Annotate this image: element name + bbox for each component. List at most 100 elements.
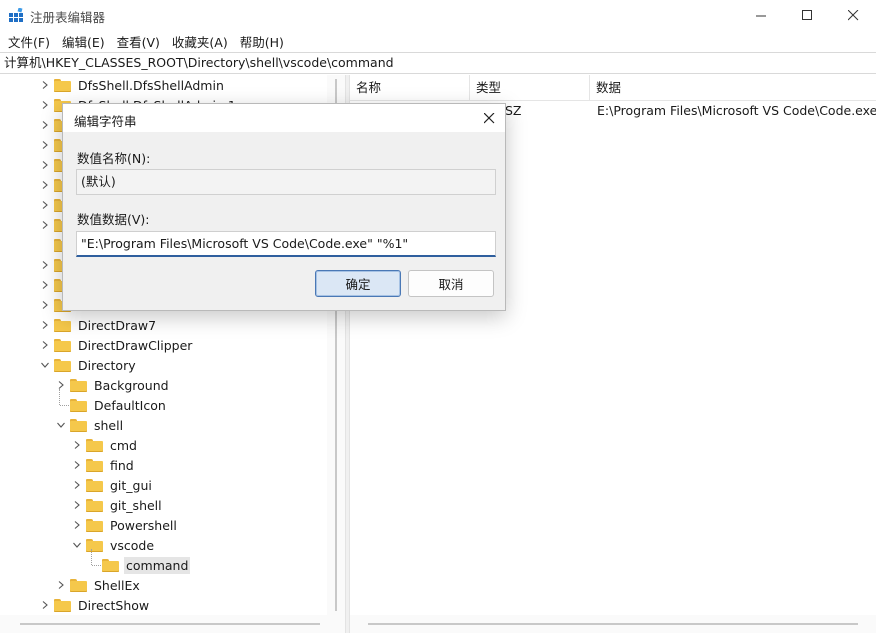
tree-item[interactable]: DirectDrawClipper [40, 335, 194, 355]
column-header-type[interactable]: 类型 [470, 75, 590, 101]
tree-item-label: Powershell [110, 517, 177, 533]
menu-view[interactable]: 查看(V) [112, 32, 165, 51]
folder-icon [102, 558, 119, 572]
tree-item[interactable]: find [72, 455, 136, 475]
maximize-icon [801, 9, 812, 20]
tree-item[interactable]: DirectShow [40, 595, 151, 615]
tree-item-label: shell [94, 417, 124, 433]
tree-item[interactable]: DfsShell.DfsShellAdmin [40, 75, 226, 95]
chevron-right-icon[interactable] [40, 175, 50, 195]
chevron-right-icon[interactable] [40, 295, 50, 315]
menu-help[interactable]: 帮助(H) [235, 32, 289, 51]
chevron-right-icon[interactable] [40, 75, 50, 95]
tree-horizontal-scrollbar[interactable] [0, 615, 345, 633]
chevron-right-icon[interactable] [72, 495, 82, 515]
value-name-field: (默认) [76, 169, 496, 195]
menu-favorites[interactable]: 收藏夹(A) [167, 32, 233, 51]
chevron-right-icon[interactable] [72, 515, 82, 535]
folder-icon [54, 358, 71, 372]
chevron-right-icon[interactable] [40, 115, 50, 135]
chevron-right-icon[interactable] [40, 195, 50, 215]
tree-item-label: DirectDraw7 [78, 317, 157, 333]
folder-icon [70, 578, 87, 592]
tree-item[interactable]: ShellEx [56, 575, 142, 595]
tree-item[interactable]: DefaultIcon [56, 395, 168, 415]
close-icon [847, 9, 858, 20]
tree-guide-line [60, 405, 69, 406]
menu-edit[interactable]: 编辑(E) [57, 32, 110, 51]
tree-item-label: DfsShell.DfsShellAdmin [78, 77, 224, 93]
tree-item-label: command [124, 556, 191, 574]
chevron-right-icon[interactable] [40, 595, 50, 615]
folder-icon [70, 378, 87, 392]
address-bar[interactable]: 计算机\HKEY_CLASSES_ROOT\Directory\shell\vs… [0, 52, 876, 74]
title-bar[interactable]: 注册表编辑器 [0, 0, 876, 30]
tree-item-label: DirectShow [78, 597, 150, 613]
column-header-data[interactable]: 数据 [590, 75, 876, 101]
column-header-name[interactable]: 名称 [350, 75, 470, 101]
minimize-button[interactable] [738, 0, 784, 30]
tree-item-label: ShellEx [94, 577, 140, 593]
chevron-right-icon[interactable] [72, 435, 82, 455]
chevron-right-icon[interactable] [40, 335, 50, 355]
chevron-down-icon[interactable] [72, 535, 82, 555]
close-button[interactable] [830, 0, 876, 30]
dialog-title-bar[interactable]: 编辑字符串 [63, 104, 505, 132]
dialog-title: 编辑字符串 [74, 114, 137, 129]
cancel-button[interactable]: 取消 [408, 270, 494, 297]
dialog-close-button[interactable] [477, 107, 501, 129]
value-data-label: 数值数据(V): [77, 212, 150, 227]
chevron-right-icon[interactable] [72, 475, 82, 495]
chevron-right-icon[interactable] [40, 255, 50, 275]
chevron-right-icon[interactable] [40, 215, 50, 235]
chevron-right-icon[interactable] [40, 95, 50, 115]
tree-item[interactable]: git_gui [72, 475, 154, 495]
chevron-right-icon[interactable] [72, 455, 82, 475]
list-header: 名称 类型 数据 [350, 75, 876, 101]
tree-item[interactable]: DirectDraw7 [40, 315, 158, 335]
registry-editor-icon [9, 8, 23, 22]
value-type: SZ [505, 103, 522, 118]
folder-icon [54, 338, 71, 352]
tree-item[interactable]: Background [56, 375, 171, 395]
tree-item[interactable]: Powershell [72, 515, 179, 535]
folder-icon [86, 438, 103, 452]
folder-icon [54, 598, 71, 612]
tree-item-label: find [110, 457, 134, 473]
tree-item-label: git_gui [110, 477, 152, 493]
chevron-right-icon[interactable] [40, 135, 50, 155]
ok-button[interactable]: 确定 [315, 270, 401, 297]
folder-icon [54, 78, 71, 92]
tree-guide-line [59, 389, 60, 405]
value-data-input[interactable] [76, 231, 496, 257]
tree-item-label: DefaultIcon [94, 397, 166, 413]
folder-icon [70, 398, 87, 412]
tree-item[interactable]: cmd [72, 435, 139, 455]
tree-item[interactable]: git_shell [72, 495, 164, 515]
maximize-button[interactable] [784, 0, 830, 30]
tree-item[interactable]: vscode [72, 535, 156, 555]
window-title: 注册表编辑器 [30, 10, 106, 25]
chevron-right-icon[interactable] [40, 315, 50, 335]
folder-icon [86, 458, 103, 472]
menu-file[interactable]: 文件(F) [3, 32, 55, 51]
tree-item-label: DirectDrawClipper [78, 337, 193, 353]
tree-item-label: Background [94, 377, 169, 393]
chevron-right-icon[interactable] [56, 575, 66, 595]
value-data: E:\Program Files\Microsoft VS Code\Code.… [597, 103, 876, 118]
tree-item[interactable]: command [88, 555, 191, 575]
tree-item[interactable]: shell [56, 415, 125, 435]
chevron-down-icon[interactable] [40, 355, 50, 375]
chevron-right-icon[interactable] [56, 375, 66, 395]
tree-item-label: vscode [110, 537, 155, 553]
chevron-right-icon[interactable] [40, 275, 50, 295]
tree-item-label: cmd [110, 437, 137, 453]
folder-icon [70, 418, 87, 432]
folder-icon [86, 518, 103, 532]
list-horizontal-scrollbar[interactable] [350, 615, 876, 633]
chevron-right-icon[interactable] [40, 155, 50, 175]
value-name-label: 数值名称(N): [77, 151, 151, 166]
tree-item[interactable]: Directory [40, 355, 138, 375]
close-icon [483, 112, 494, 123]
chevron-down-icon[interactable] [56, 415, 66, 435]
